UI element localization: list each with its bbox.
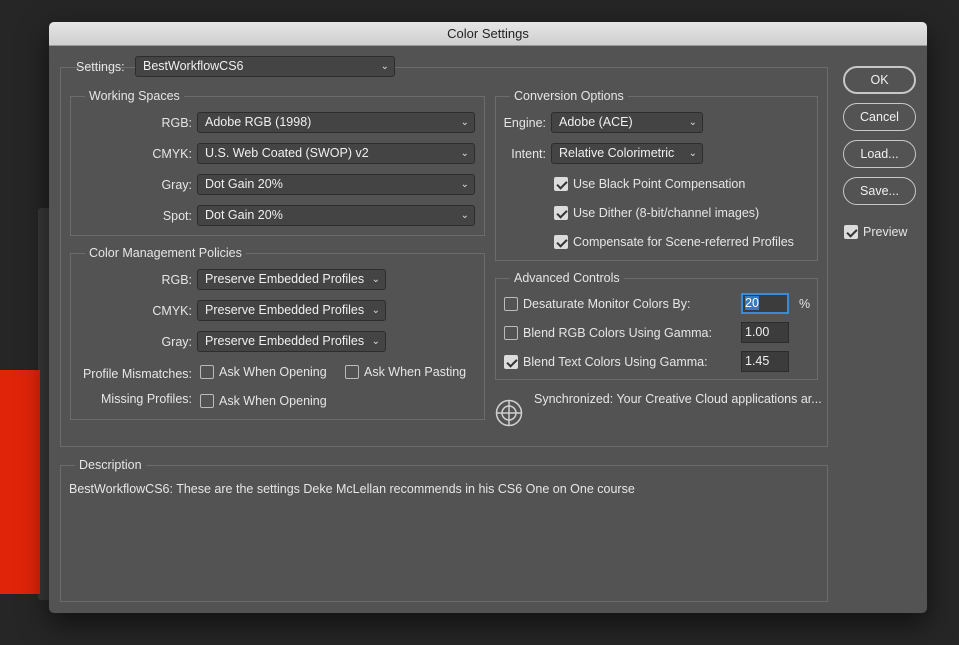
save-button[interactable]: Save... xyxy=(843,177,916,205)
ws-cmyk-label: CMYK: xyxy=(152,147,192,161)
chevron-down-icon: ⌄ xyxy=(688,148,697,159)
blend-text-checkbox[interactable] xyxy=(504,355,518,369)
description-text: BestWorkflowCS6: These are the settings … xyxy=(69,482,635,496)
policy-rgb-value: Preserve Embedded Profiles xyxy=(205,272,365,286)
dither-label[interactable]: Use Dither (8-bit/channel images) xyxy=(573,203,759,223)
policy-rgb-dropdown[interactable]: Preserve Embedded Profiles ⌄ xyxy=(197,269,386,290)
blend-rgb-input[interactable]: 1.00 xyxy=(741,322,789,343)
black-point-label[interactable]: Use Black Point Compensation xyxy=(573,174,745,194)
policy-cmyk-label: CMYK: xyxy=(152,304,192,318)
missing-ask-opening-checkbox[interactable] xyxy=(200,394,214,408)
ws-spot-dropdown[interactable]: Dot Gain 20% ⌄ xyxy=(197,205,475,226)
desaturate-checkbox[interactable] xyxy=(504,297,518,311)
ws-rgb-value: Adobe RGB (1998) xyxy=(205,115,312,129)
desaturate-value: 20 xyxy=(745,296,759,310)
sync-status-text: Synchronized: Your Creative Cloud applic… xyxy=(534,392,822,406)
dither-checkbox[interactable] xyxy=(554,206,568,220)
mismatch-ask-pasting-checkbox[interactable] xyxy=(345,365,359,379)
ws-gray-value: Dot Gain 20% xyxy=(205,177,283,191)
preview-label[interactable]: Preview xyxy=(863,222,907,242)
ws-cmyk-dropdown[interactable]: U.S. Web Coated (SWOP) v2 ⌄ xyxy=(197,143,475,164)
profile-mismatches-label: Profile Mismatches: xyxy=(82,367,192,381)
chevron-down-icon: ⌄ xyxy=(460,117,469,128)
settings-value: BestWorkflowCS6 xyxy=(143,59,244,73)
window-title: Color Settings xyxy=(49,22,927,46)
chevron-down-icon: ⌄ xyxy=(371,336,380,347)
chevron-down-icon: ⌄ xyxy=(371,305,380,316)
blend-text-label[interactable]: Blend Text Colors Using Gamma: xyxy=(523,352,708,372)
policy-gray-label: Gray: xyxy=(161,335,192,349)
scene-referred-checkbox[interactable] xyxy=(554,235,568,249)
ws-gray-label: Gray: xyxy=(161,178,192,192)
scene-referred-label[interactable]: Compensate for Scene-referred Profiles xyxy=(573,232,794,252)
policies-title: Color Management Policies xyxy=(85,245,246,261)
ws-rgb-dropdown[interactable]: Adobe RGB (1998) ⌄ xyxy=(197,112,475,133)
background-red-panel xyxy=(0,370,40,594)
blend-text-value: 1.45 xyxy=(745,354,770,368)
desaturate-label[interactable]: Desaturate Monitor Colors By: xyxy=(523,294,690,314)
missing-ask-opening-label[interactable]: Ask When Opening xyxy=(219,391,327,411)
advanced-title: Advanced Controls xyxy=(510,270,624,286)
chevron-down-icon: ⌄ xyxy=(460,148,469,159)
color-settings-dialog: Color Settings Settings: BestWorkflowCS6… xyxy=(49,22,927,613)
chevron-down-icon: ⌄ xyxy=(460,179,469,190)
ws-gray-dropdown[interactable]: Dot Gain 20% ⌄ xyxy=(197,174,475,195)
ok-button[interactable]: OK xyxy=(843,66,916,94)
policy-gray-dropdown[interactable]: Preserve Embedded Profiles ⌄ xyxy=(197,331,386,352)
mismatch-ask-opening-label[interactable]: Ask When Opening xyxy=(219,362,327,382)
black-point-checkbox[interactable] xyxy=(554,177,568,191)
blend-text-input[interactable]: 1.45 xyxy=(741,351,789,372)
ws-cmyk-value: U.S. Web Coated (SWOP) v2 xyxy=(205,146,369,160)
description-title: Description xyxy=(75,457,146,473)
blend-rgb-label[interactable]: Blend RGB Colors Using Gamma: xyxy=(523,323,712,343)
mismatch-ask-opening-checkbox[interactable] xyxy=(200,365,214,379)
mismatch-ask-pasting-label[interactable]: Ask When Pasting xyxy=(364,362,466,382)
chevron-down-icon: ⌄ xyxy=(380,61,389,72)
working-spaces-title: Working Spaces xyxy=(85,88,184,104)
conversion-title: Conversion Options xyxy=(510,88,628,104)
sync-target-icon xyxy=(495,399,523,427)
policy-cmyk-value: Preserve Embedded Profiles xyxy=(205,303,365,317)
preview-checkbox[interactable] xyxy=(844,225,858,239)
engine-value: Adobe (ACE) xyxy=(559,115,633,129)
intent-dropdown[interactable]: Relative Colorimetric ⌄ xyxy=(551,143,703,164)
chevron-down-icon: ⌄ xyxy=(460,210,469,221)
ws-spot-label: Spot: xyxy=(162,209,192,223)
chevron-down-icon: ⌄ xyxy=(688,117,697,128)
settings-dropdown[interactable]: BestWorkflowCS6 ⌄ xyxy=(135,56,395,77)
intent-label: Intent: xyxy=(511,147,546,161)
intent-value: Relative Colorimetric xyxy=(559,146,675,160)
chevron-down-icon: ⌄ xyxy=(371,274,380,285)
load-button[interactable]: Load... xyxy=(843,140,916,168)
policy-rgb-label: RGB: xyxy=(161,273,192,287)
missing-profiles-label: Missing Profiles: xyxy=(101,392,192,406)
blend-rgb-checkbox[interactable] xyxy=(504,326,518,340)
settings-label: Settings: xyxy=(76,60,125,74)
desaturate-unit: % xyxy=(799,297,811,311)
engine-dropdown[interactable]: Adobe (ACE) ⌄ xyxy=(551,112,703,133)
cancel-button[interactable]: Cancel xyxy=(843,103,916,131)
engine-label: Engine: xyxy=(503,116,546,130)
ws-spot-value: Dot Gain 20% xyxy=(205,208,283,222)
policy-gray-value: Preserve Embedded Profiles xyxy=(205,334,365,348)
policy-cmyk-dropdown[interactable]: Preserve Embedded Profiles ⌄ xyxy=(197,300,386,321)
blend-rgb-value: 1.00 xyxy=(745,325,770,339)
desaturate-input[interactable]: 20 xyxy=(741,293,789,314)
ws-rgb-label: RGB: xyxy=(161,116,192,130)
